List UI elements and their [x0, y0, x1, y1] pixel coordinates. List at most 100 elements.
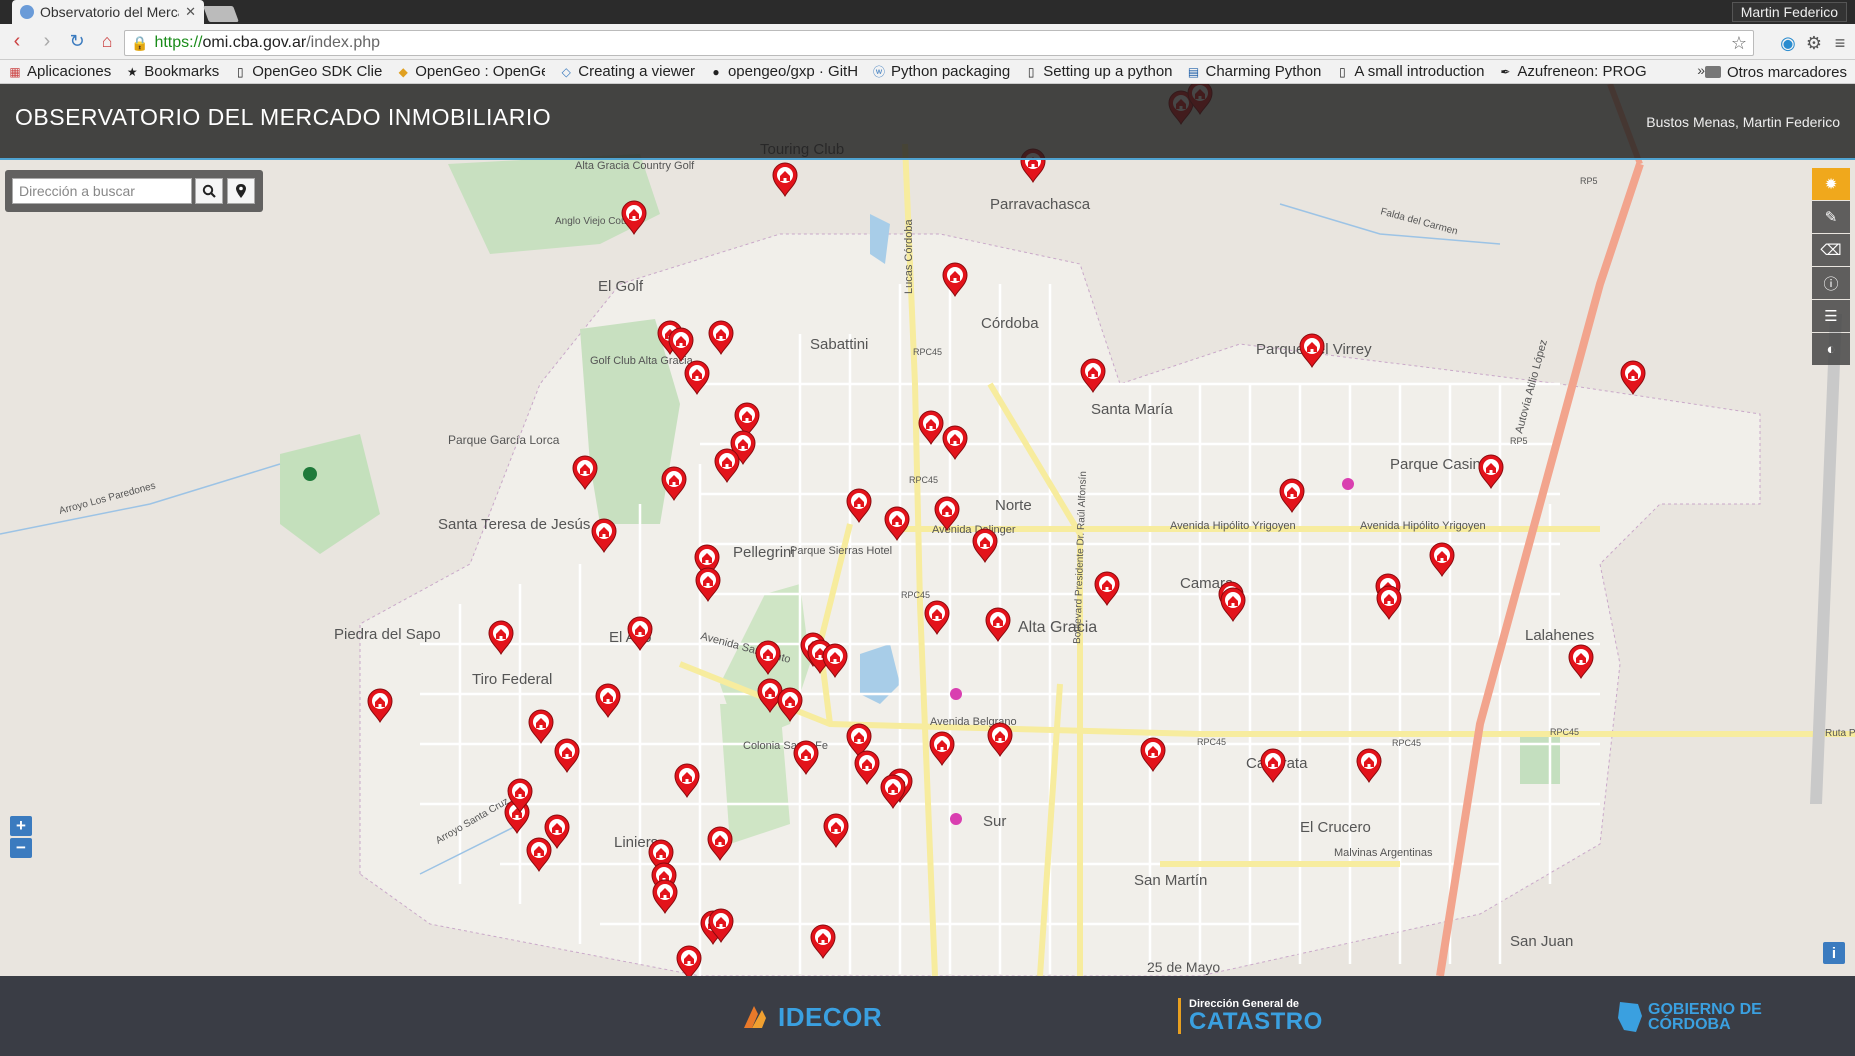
locate-button[interactable]	[227, 178, 255, 204]
bookmark-item[interactable]: ◇ Creating a viewer	[559, 63, 695, 80]
map-label: San Juan	[1510, 933, 1573, 950]
map-label: Piedra del Sapo	[334, 626, 441, 643]
pencil-icon[interactable]: ✎	[1812, 201, 1850, 233]
poi-icon[interactable]	[1342, 478, 1354, 490]
map-pin-icon	[236, 184, 246, 198]
bookmark-item[interactable]: ▯ OpenGeo SDK Client	[233, 63, 382, 80]
search-icon	[202, 184, 216, 198]
zoom-in-button[interactable]: +	[10, 816, 32, 836]
bookmark-item[interactable]: ● opengeo/gxp · GitHub	[709, 63, 858, 80]
poi-icon[interactable]	[950, 813, 962, 825]
colonia-santa-fe-green	[720, 704, 790, 844]
app-footer: IDECOR Dirección General de CATASTRO GOB…	[0, 976, 1855, 1056]
map-label: Malvinas Argentinas	[1334, 847, 1433, 859]
address-search-panel	[5, 170, 263, 212]
map-label: Lucas Córdoba	[903, 219, 915, 294]
bookmark-item[interactable]: ▯ Setting up a python	[1024, 63, 1173, 80]
other-bookmarks[interactable]: Otros marcadores	[1704, 60, 1847, 83]
map-label: Alta Gracia Country Golf	[575, 160, 695, 172]
star-icon: ★	[126, 64, 138, 79]
gobierno-cordoba-logo: GOBIERNO DE CÓRDOBA	[1614, 1000, 1762, 1034]
quill-icon: ✒	[1500, 64, 1511, 79]
ibm-icon: ▤	[1187, 64, 1200, 79]
eraser-icon[interactable]: ⌫	[1812, 234, 1850, 266]
app-container: Touring ClubAlta Gracia Country GolfAngl…	[0, 84, 1855, 1056]
map-label: Alta Gracia	[1018, 619, 1097, 636]
back-icon[interactable]: ‹	[4, 29, 30, 55]
site-favicon-icon	[20, 5, 34, 19]
attribution-info-button[interactable]: i	[1823, 942, 1845, 964]
idecor-logo: IDECOR	[740, 1000, 882, 1034]
bookmark-item[interactable]: ★ Bookmarks	[125, 63, 219, 80]
profile-button[interactable]: Martin Federico	[1731, 2, 1847, 22]
info-icon[interactable]: ⓘ	[1812, 267, 1850, 299]
property-marker-icon[interactable]	[772, 162, 798, 198]
map-toolbar: ✹ ✎ ⌫ ⓘ ☰ ◐	[1812, 168, 1850, 366]
idecor-mark-icon	[744, 1006, 766, 1028]
bookmark-item[interactable]: ✒ Azufreneon: PROGRAMACION	[1498, 63, 1647, 80]
zoom-control: + −	[10, 816, 32, 860]
page-icon: ▯	[236, 64, 244, 79]
browser-tab-strip: Observatorio del Mercado Inmobiliario ✕ …	[0, 0, 1855, 24]
map-label: Parque Sierras Hotel	[790, 545, 892, 557]
opengeo-icon: ◆	[398, 64, 408, 79]
new-tab-button[interactable]	[203, 6, 239, 22]
bookmark-item[interactable]: ▤ Charming Python	[1187, 63, 1322, 80]
map-label: RPC45	[909, 475, 938, 485]
map-label: Falda del Carmen	[1379, 206, 1459, 237]
map-label: RPC45	[1392, 738, 1421, 748]
map-label: RPC45	[1550, 727, 1579, 737]
app-title: OBSERVATORIO DEL MERCADO INMOBILIARIO	[15, 104, 552, 130]
tab-close-icon[interactable]: ✕	[185, 4, 196, 20]
menu-icon[interactable]: ≡	[1827, 30, 1853, 56]
bookmark-item[interactable]: ▦ Aplicaciones	[8, 63, 111, 80]
reload-icon[interactable]: ↻	[64, 29, 90, 55]
extension-icon[interactable]: ◉	[1775, 30, 1801, 56]
layers-icon[interactable]: ☰	[1812, 300, 1850, 332]
map-label: RPC45	[901, 590, 930, 600]
property-marker-icon[interactable]	[1620, 360, 1646, 396]
map-label: Ruta Pro	[1825, 728, 1855, 739]
logged-user[interactable]: Bustos Menas, Martin Federico	[1646, 114, 1840, 130]
sun-icon[interactable]: ✹	[1812, 168, 1850, 200]
map-label: RPC45	[913, 347, 942, 357]
bookmark-item[interactable]: ⓦ Python packaging	[872, 63, 1010, 80]
bookmarks-overflow-icon[interactable]: »	[1697, 62, 1705, 78]
folder-icon	[1704, 66, 1721, 78]
map-label: 25 de Mayo	[1147, 959, 1220, 975]
url-scheme: https://	[154, 34, 203, 51]
map-label: Córdoba	[981, 315, 1039, 332]
map-label: Parque García Lorca	[448, 433, 560, 447]
app-header: OBSERVATORIO DEL MERCADO INMOBILIARIO Bu…	[0, 84, 1855, 160]
address-bar[interactable]: 🔒 https:// omi.cba.gov.ar /index.php ☆	[124, 30, 1754, 56]
poi-icon[interactable]	[950, 688, 962, 700]
map-label: El Crucero	[1300, 819, 1371, 836]
map-label: Lalahenes	[1525, 627, 1594, 644]
map-label: Avenida Hipólito Yrigoyen	[1360, 520, 1486, 532]
zoom-out-button[interactable]: −	[10, 838, 32, 858]
settings-gear-icon[interactable]: ⚙	[1801, 30, 1827, 56]
forward-icon[interactable]: ›	[34, 29, 60, 55]
bookmark-item[interactable]: ▯ A small introduction	[1335, 63, 1484, 80]
bookmark-item[interactable]: ◆ OpenGeo : OpenGeo	[396, 63, 546, 80]
map-label: Parravachasca	[990, 196, 1091, 213]
page-icon: ▯	[1027, 64, 1035, 79]
map-basemap: Touring ClubAlta Gracia Country GolfAngl…	[0, 84, 1855, 976]
map-viewport[interactable]: Touring ClubAlta Gracia Country GolfAngl…	[0, 84, 1855, 976]
map-label: San Martín	[1134, 872, 1207, 889]
map-label: Parque Casino	[1390, 456, 1489, 473]
address-search-input[interactable]	[12, 178, 192, 204]
browser-tab-active[interactable]: Observatorio del Mercado Inmobiliario ✕	[12, 0, 204, 24]
poi-park-icon[interactable]	[303, 467, 317, 481]
diamond-icon: ◇	[561, 64, 571, 79]
search-button[interactable]	[195, 178, 223, 204]
bookmark-star-icon[interactable]: ☆	[1731, 33, 1747, 54]
map-label: Tiro Federal	[472, 671, 552, 688]
page-icon: ▯	[1339, 64, 1346, 79]
map-label: RP5	[1510, 436, 1528, 446]
hide-eye-icon[interactable]: ◐	[1812, 333, 1850, 365]
url-host: omi.cba.gov.ar	[202, 34, 307, 51]
home-icon[interactable]: ⌂	[94, 29, 120, 55]
apps-grid-icon: ▦	[9, 64, 21, 79]
map-label: Arroyo Los Paredones	[58, 481, 157, 517]
